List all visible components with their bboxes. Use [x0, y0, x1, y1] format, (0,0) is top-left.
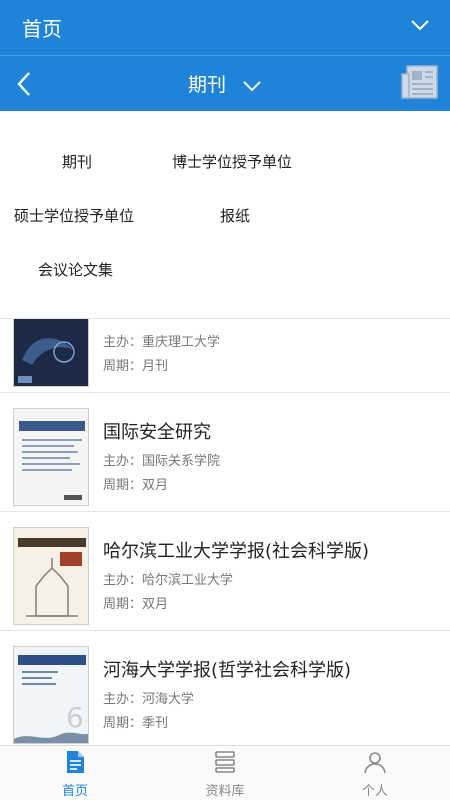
option-journal[interactable]: 期刊 — [62, 151, 92, 172]
journal-list: 主办：重庆理工大学 周期：月刊 国际安全研究 主办：国际关系学院 周期：双月 哈… — [0, 319, 450, 745]
list-item[interactable]: 哈尔滨工业大学学报(社会科学版) 主办：哈尔滨工业大学 周期：双月 — [0, 513, 450, 631]
chevron-down-icon[interactable] — [410, 18, 430, 32]
tab-label: 资料库 — [205, 784, 245, 799]
tab-label: 个人 — [361, 784, 388, 799]
journal-period: 周期：月刊 — [103, 359, 169, 374]
journal-cover — [13, 527, 89, 625]
journal-period: 周期：双月 — [103, 597, 169, 612]
option-doctoral-units[interactable]: 博士学位授予单位 — [172, 151, 292, 172]
category-selector[interactable]: 期刊 — [0, 70, 450, 97]
list-item[interactable]: 国际安全研究 主办：国际关系学院 周期：双月 — [0, 394, 450, 512]
list-item[interactable]: 主办：重庆理工大学 周期：月刊 — [0, 319, 450, 393]
header-title: 首页 — [22, 17, 62, 41]
journal-cover: 6 — [13, 646, 89, 744]
tab-home[interactable]: 首页 — [0, 746, 150, 800]
journal-name: 哈尔滨工业大学学报(社会科学版) — [103, 541, 370, 562]
category-dropdown: 期刊 博士学位授予单位 硕士学位授予单位 报纸 会议论文集 — [0, 111, 450, 319]
journal-nav-bar: 期刊 — [0, 55, 450, 111]
cover-art-icon — [14, 409, 88, 505]
journal-host: 主办：河海大学 — [103, 692, 195, 707]
tab-label: 首页 — [61, 784, 88, 799]
user-icon — [364, 752, 386, 774]
category-title: 期刊 — [187, 74, 226, 96]
option-newspaper[interactable]: 报纸 — [220, 205, 250, 226]
app-header: 首页 — [0, 0, 450, 55]
database-icon — [215, 751, 235, 773]
bottom-tab-bar: 首页 资料库 个人 — [0, 745, 450, 800]
journal-cover — [13, 319, 89, 387]
cover-art-icon — [14, 319, 88, 386]
journal-name: 河海大学学报(哲学社会科学版) — [103, 660, 352, 681]
option-master-units[interactable]: 硕士学位授予单位 — [14, 205, 134, 226]
journal-period: 周期：季刊 — [103, 716, 169, 731]
cover-art-icon — [14, 528, 88, 624]
journal-host: 主办：哈尔滨工业大学 — [103, 573, 234, 588]
document-icon — [67, 751, 84, 773]
journal-host: 主办：国际关系学院 — [103, 454, 221, 469]
tab-database[interactable]: 资料库 — [150, 746, 300, 800]
journal-period: 周期：双月 — [103, 478, 169, 493]
journal-cover — [13, 408, 89, 506]
svg-text:6: 6 — [66, 701, 84, 734]
journal-name: 国际安全研究 — [103, 422, 211, 443]
tab-profile[interactable]: 个人 — [300, 746, 450, 800]
newspaper-list-icon[interactable] — [399, 62, 441, 102]
cover-art-icon: 6 — [14, 647, 88, 743]
list-item[interactable]: 6 河海大学学报(哲学社会科学版) 主办：河海大学 周期：季刊 — [0, 632, 450, 745]
option-proceedings[interactable]: 会议论文集 — [38, 259, 113, 280]
chevron-down-icon — [243, 80, 261, 91]
journal-host: 主办：重庆理工大学 — [103, 335, 221, 350]
